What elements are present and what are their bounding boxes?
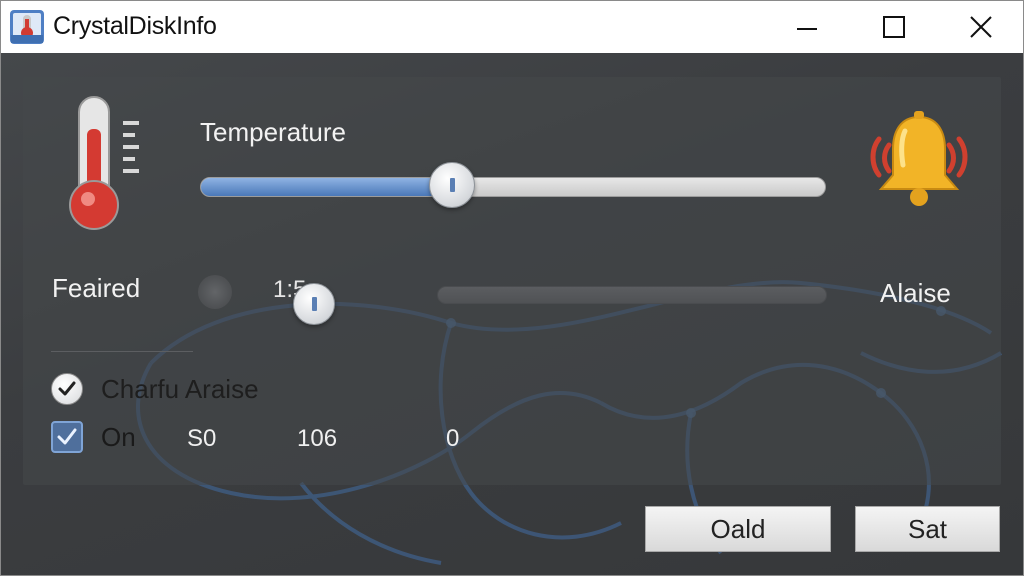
alert-slider-track[interactable] — [437, 286, 827, 304]
feaired-radio[interactable] — [198, 275, 232, 309]
value-106: 106 — [297, 425, 338, 452]
temperature-slider-fill — [201, 178, 451, 196]
feaired-label: Feaired — [52, 273, 141, 303]
option-label: On — [101, 421, 136, 452]
app-icon — [10, 10, 44, 44]
title-bar[interactable]: CrystalDiskInfo — [1, 1, 1023, 53]
checkmark-icon — [58, 381, 76, 396]
option-row-on[interactable]: On — [51, 421, 136, 453]
round-checkbox[interactable] — [51, 373, 83, 405]
app-window: CrystalDiskInfo Temperature Feaired 1:5 … — [0, 0, 1024, 576]
temperature-slider-thumb[interactable] — [429, 162, 475, 208]
value-s0: S0 — [187, 425, 217, 452]
checkmark-icon — [57, 428, 77, 445]
close-button[interactable] — [945, 1, 1017, 53]
settings-panel — [23, 77, 1001, 485]
alaise-label: Alaise — [880, 278, 951, 308]
square-checkbox[interactable] — [51, 421, 83, 453]
option-label: Charfu Araise — [101, 373, 259, 404]
minimize-icon — [797, 28, 817, 30]
temperature-label: Temperature — [200, 117, 346, 147]
minimize-button[interactable] — [771, 1, 843, 53]
feaired-slider-thumb[interactable] — [293, 283, 335, 325]
alarm-bell-icon — [870, 111, 968, 206]
maximize-icon — [883, 16, 905, 38]
window-title: CrystalDiskInfo — [53, 12, 217, 40]
value-0: 0 — [446, 425, 460, 452]
thermometer-icon — [69, 96, 139, 230]
option-row-charfu-araise[interactable]: Charfu Araise — [51, 373, 259, 405]
maximize-button[interactable] — [858, 1, 930, 53]
oald-button[interactable]: Oald — [645, 506, 831, 552]
temperature-slider-track[interactable] — [200, 177, 826, 197]
close-icon — [970, 16, 992, 38]
divider — [51, 351, 193, 352]
sat-button[interactable]: Sat — [855, 506, 1000, 552]
